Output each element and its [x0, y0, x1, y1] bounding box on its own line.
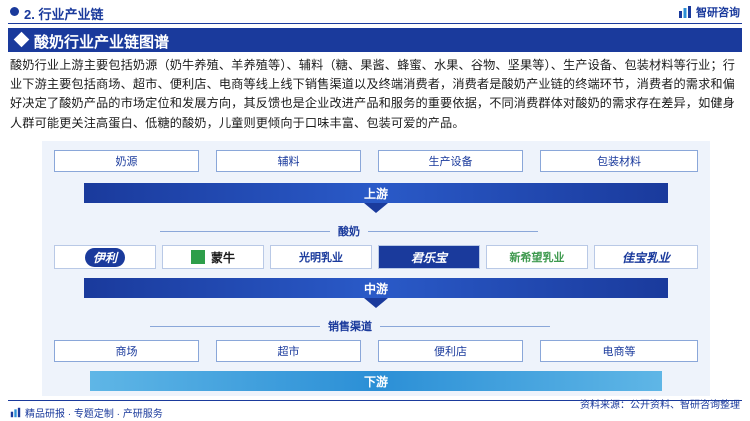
brand-logo: 智研咨询: [678, 4, 740, 20]
source-note: 资料来源：公开资料、智研咨询整理: [580, 400, 740, 411]
upstream-band: 上游: [84, 183, 668, 203]
logo-bright-dairy-text: 光明乳业: [299, 252, 343, 264]
logo-new-hope-dairy: 新希望乳业: [486, 245, 588, 269]
midstream-sub-label: 酸奶: [338, 226, 360, 238]
upstream-item-auxiliary: 辅料: [216, 150, 361, 172]
title-bar: 酸奶行业产业链图谱: [8, 28, 742, 52]
top-bar: 2. 行业产业链 智研咨询: [0, 0, 750, 24]
logo-mengniu-text: 蒙牛: [210, 250, 235, 265]
divider-line: [380, 325, 550, 327]
midstream-band: 中游: [84, 278, 668, 298]
upstream-item-milk-source: 奶源: [54, 150, 199, 172]
logo-new-hope-dairy-text: 新希望乳业: [509, 252, 565, 264]
mengniu-leaf-icon: [190, 250, 205, 264]
downstream-item-supermarket: 超市: [216, 340, 361, 362]
logo-jiabao-dairy: 佳宝乳业: [594, 245, 698, 269]
downstream-sub-header: 销售渠道: [142, 318, 558, 334]
brand-mark-icon: [679, 6, 691, 18]
downstream-band: 下游: [90, 371, 662, 391]
logo-jiabao-dairy-text: 佳宝乳业: [621, 250, 670, 265]
upstream-item-equipment: 生产设备: [378, 150, 523, 172]
arrow-down-icon: [364, 203, 388, 213]
diamond-icon: [13, 31, 30, 48]
downstream-item-ecommerce: 电商等: [540, 340, 698, 362]
section-label: 2. 行业产业链: [24, 7, 104, 22]
divider-line: [160, 230, 330, 232]
logo-yili-text: 伊利: [84, 247, 125, 267]
logo-mengniu: 蒙牛: [162, 245, 264, 269]
logo-yili: 伊利: [54, 245, 156, 269]
logo-junlebao-text: 君乐宝: [400, 247, 457, 267]
footer-left: 精品研报 · 专题定制 · 产研服务: [10, 405, 163, 420]
divider-line: [150, 325, 320, 327]
logo-junlebao: 君乐宝: [378, 245, 480, 269]
divider-line: [368, 230, 538, 232]
page-title: 酸奶行业产业链图谱: [34, 34, 170, 51]
brand-name: 智研咨询: [696, 7, 740, 19]
midstream-sub-header: 酸奶: [152, 223, 546, 239]
industry-chain-diagram: 奶源 辅料 生产设备 包装材料 上游 酸奶 伊利 蒙牛 光明乳业 君乐宝 新希望…: [42, 141, 710, 396]
brand-mark-icon: [10, 407, 21, 418]
downstream-item-mall: 商场: [54, 340, 199, 362]
footer-tagline: 精品研报 · 专题定制 · 产研服务: [25, 409, 163, 420]
description-text: 酸奶行业上游主要包括奶源（奶牛养殖、羊养殖等）、辅料（糖、果酱、蜂蜜、水果、谷物…: [10, 58, 736, 130]
header-divider: [8, 23, 742, 24]
arrow-down-icon: [364, 298, 388, 308]
upstream-item-packaging: 包装材料: [540, 150, 698, 172]
downstream-sub-label: 销售渠道: [328, 321, 372, 333]
logo-bright-dairy: 光明乳业: [270, 245, 372, 269]
section-dot-icon: [10, 7, 19, 16]
downstream-item-convenience: 便利店: [378, 340, 523, 362]
